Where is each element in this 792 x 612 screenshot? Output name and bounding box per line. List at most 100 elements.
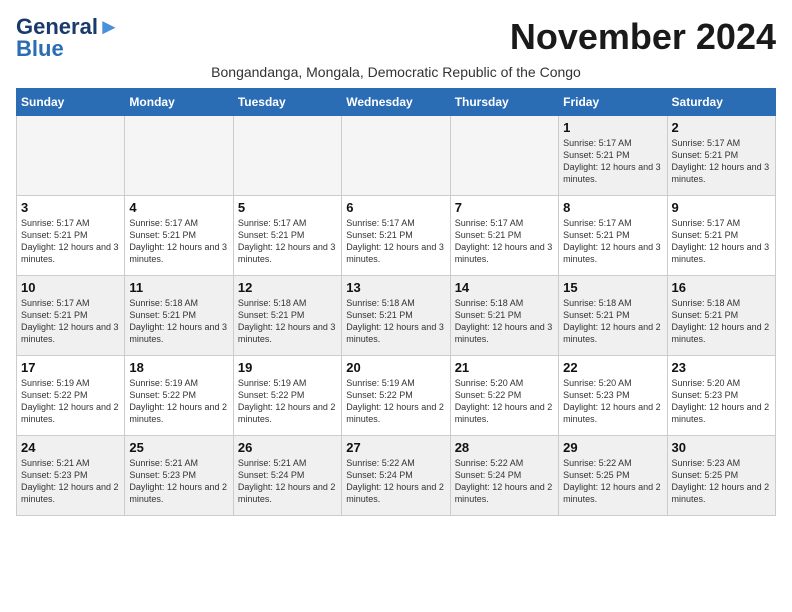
calendar-cell: 23 Sunrise: 5:20 AM Sunset: 5:23 PM Dayli…: [667, 356, 775, 436]
day-info: Sunrise: 5:17 AM Sunset: 5:21 PM Dayligh…: [346, 217, 445, 266]
day-header-thursday: Thursday: [450, 89, 558, 116]
day-info: Sunrise: 5:17 AM Sunset: 5:21 PM Dayligh…: [21, 217, 120, 266]
day-info: Sunrise: 5:17 AM Sunset: 5:21 PM Dayligh…: [563, 137, 662, 186]
calendar-cell: 26 Sunrise: 5:21 AM Sunset: 5:24 PM Dayli…: [233, 436, 341, 516]
calendar-cell: 7Sunrise: 5:17 AM Sunset: 5:21 PM Daylig…: [450, 196, 558, 276]
day-number: 30: [672, 440, 771, 455]
day-number: 10: [21, 280, 120, 295]
calendar-cell: 1 Sunrise: 5:17 AM Sunset: 5:21 PM Daylig…: [559, 116, 667, 196]
day-number: 25: [129, 440, 228, 455]
day-info: Sunrise: 5:22 AM Sunset: 5:24 PM Dayligh…: [455, 457, 554, 506]
day-number: 17: [21, 360, 120, 375]
calendar-cell: [342, 116, 450, 196]
calendar-cell: [17, 116, 125, 196]
day-info: Sunrise: 5:18 AM Sunset: 5:21 PM Dayligh…: [563, 297, 662, 346]
calendar-cell: 20Sunrise: 5:19 AM Sunset: 5:22 PM Dayli…: [342, 356, 450, 436]
day-info: Sunrise: 5:23 AM Sunset: 5:25 PM Dayligh…: [672, 457, 771, 506]
day-info: Sunrise: 5:17 AM Sunset: 5:21 PM Dayligh…: [455, 217, 554, 266]
calendar-cell: 14 Sunrise: 5:18 AM Sunset: 5:21 PM Dayli…: [450, 276, 558, 356]
calendar-cell: 8Sunrise: 5:17 AM Sunset: 5:21 PM Daylig…: [559, 196, 667, 276]
day-info: Sunrise: 5:19 AM Sunset: 5:22 PM Dayligh…: [346, 377, 445, 426]
calendar-cell: 25 Sunrise: 5:21 AM Sunset: 5:23 PM Dayli…: [125, 436, 233, 516]
calendar-cell: [233, 116, 341, 196]
day-number: 18: [129, 360, 228, 375]
logo-blue: Blue: [16, 38, 64, 60]
day-header-friday: Friday: [559, 89, 667, 116]
calendar-cell: 27 Sunrise: 5:22 AM Sunset: 5:24 PM Dayli…: [342, 436, 450, 516]
calendar-cell: 5 Sunrise: 5:17 AM Sunset: 5:21 PM Daylig…: [233, 196, 341, 276]
day-number: 1: [563, 120, 662, 135]
day-number: 15: [563, 280, 662, 295]
calendar-cell: 15 Sunrise: 5:18 AM Sunset: 5:21 PM Dayli…: [559, 276, 667, 356]
day-number: 11: [129, 280, 228, 295]
day-number: 13: [346, 280, 445, 295]
calendar-cell: 3 Sunrise: 5:17 AM Sunset: 5:21 PM Daylig…: [17, 196, 125, 276]
calendar-cell: 9 Sunrise: 5:17 AM Sunset: 5:21 PM Daylig…: [667, 196, 775, 276]
calendar-cell: 2Sunrise: 5:17 AM Sunset: 5:21 PM Daylig…: [667, 116, 775, 196]
day-info: Sunrise: 5:19 AM Sunset: 5:22 PM Dayligh…: [238, 377, 337, 426]
day-header-tuesday: Tuesday: [233, 89, 341, 116]
calendar-cell: 19 Sunrise: 5:19 AM Sunset: 5:22 PM Dayli…: [233, 356, 341, 436]
day-info: Sunrise: 5:17 AM Sunset: 5:21 PM Dayligh…: [238, 217, 337, 266]
day-number: 6: [346, 200, 445, 215]
day-info: Sunrise: 5:21 AM Sunset: 5:24 PM Dayligh…: [238, 457, 337, 506]
day-info: Sunrise: 5:20 AM Sunset: 5:22 PM Dayligh…: [455, 377, 554, 426]
month-title: November 2024: [510, 16, 776, 58]
day-info: Sunrise: 5:20 AM Sunset: 5:23 PM Dayligh…: [563, 377, 662, 426]
day-info: Sunrise: 5:20 AM Sunset: 5:23 PM Dayligh…: [672, 377, 771, 426]
day-info: Sunrise: 5:21 AM Sunset: 5:23 PM Dayligh…: [21, 457, 120, 506]
header: General► Blue November 2024: [16, 16, 776, 60]
calendar-cell: 24Sunrise: 5:21 AM Sunset: 5:23 PM Dayli…: [17, 436, 125, 516]
calendar-cell: 12 Sunrise: 5:18 AM Sunset: 5:21 PM Dayli…: [233, 276, 341, 356]
day-info: Sunrise: 5:17 AM Sunset: 5:21 PM Dayligh…: [21, 297, 120, 346]
calendar-table: SundayMondayTuesdayWednesdayThursdayFrid…: [16, 88, 776, 516]
day-number: 4: [129, 200, 228, 215]
day-header-saturday: Saturday: [667, 89, 775, 116]
day-info: Sunrise: 5:17 AM Sunset: 5:21 PM Dayligh…: [129, 217, 228, 266]
day-info: Sunrise: 5:18 AM Sunset: 5:21 PM Dayligh…: [238, 297, 337, 346]
day-info: Sunrise: 5:22 AM Sunset: 5:24 PM Dayligh…: [346, 457, 445, 506]
logo: General► Blue: [16, 16, 120, 60]
day-number: 21: [455, 360, 554, 375]
day-info: Sunrise: 5:19 AM Sunset: 5:22 PM Dayligh…: [21, 377, 120, 426]
calendar-cell: 10 Sunrise: 5:17 AM Sunset: 5:21 PM Dayli…: [17, 276, 125, 356]
day-info: Sunrise: 5:18 AM Sunset: 5:21 PM Dayligh…: [455, 297, 554, 346]
logo-general: General►: [16, 16, 120, 38]
day-number: 3: [21, 200, 120, 215]
day-number: 22: [563, 360, 662, 375]
calendar-cell: 21 Sunrise: 5:20 AM Sunset: 5:22 PM Dayli…: [450, 356, 558, 436]
calendar-cell: 13Sunrise: 5:18 AM Sunset: 5:21 PM Dayli…: [342, 276, 450, 356]
day-number: 9: [672, 200, 771, 215]
day-number: 27: [346, 440, 445, 455]
subtitle: Bongandanga, Mongala, Democratic Republi…: [16, 64, 776, 80]
day-number: 8: [563, 200, 662, 215]
calendar-cell: 18Sunrise: 5:19 AM Sunset: 5:22 PM Dayli…: [125, 356, 233, 436]
calendar-cell: 6 Sunrise: 5:17 AM Sunset: 5:21 PM Daylig…: [342, 196, 450, 276]
day-info: Sunrise: 5:21 AM Sunset: 5:23 PM Dayligh…: [129, 457, 228, 506]
day-header-monday: Monday: [125, 89, 233, 116]
day-number: 12: [238, 280, 337, 295]
day-number: 16: [672, 280, 771, 295]
calendar-cell: 30 Sunrise: 5:23 AM Sunset: 5:25 PM Dayli…: [667, 436, 775, 516]
calendar-cell: [125, 116, 233, 196]
day-info: Sunrise: 5:22 AM Sunset: 5:25 PM Dayligh…: [563, 457, 662, 506]
day-info: Sunrise: 5:17 AM Sunset: 5:21 PM Dayligh…: [672, 137, 771, 186]
calendar-cell: 4 Sunrise: 5:17 AM Sunset: 5:21 PM Daylig…: [125, 196, 233, 276]
day-number: 29: [563, 440, 662, 455]
day-number: 5: [238, 200, 337, 215]
day-header-sunday: Sunday: [17, 89, 125, 116]
day-info: Sunrise: 5:18 AM Sunset: 5:21 PM Dayligh…: [129, 297, 228, 346]
day-number: 26: [238, 440, 337, 455]
day-number: 28: [455, 440, 554, 455]
day-info: Sunrise: 5:17 AM Sunset: 5:21 PM Dayligh…: [672, 217, 771, 266]
day-number: 14: [455, 280, 554, 295]
day-header-wednesday: Wednesday: [342, 89, 450, 116]
calendar-cell: 22 Sunrise: 5:20 AM Sunset: 5:23 PM Dayli…: [559, 356, 667, 436]
day-number: 23: [672, 360, 771, 375]
day-info: Sunrise: 5:18 AM Sunset: 5:21 PM Dayligh…: [672, 297, 771, 346]
calendar-cell: [450, 116, 558, 196]
calendar-cell: 28 Sunrise: 5:22 AM Sunset: 5:24 PM Dayli…: [450, 436, 558, 516]
calendar-cell: 29 Sunrise: 5:22 AM Sunset: 5:25 PM Dayli…: [559, 436, 667, 516]
calendar-cell: 16 Sunrise: 5:18 AM Sunset: 5:21 PM Dayli…: [667, 276, 775, 356]
day-number: 19: [238, 360, 337, 375]
